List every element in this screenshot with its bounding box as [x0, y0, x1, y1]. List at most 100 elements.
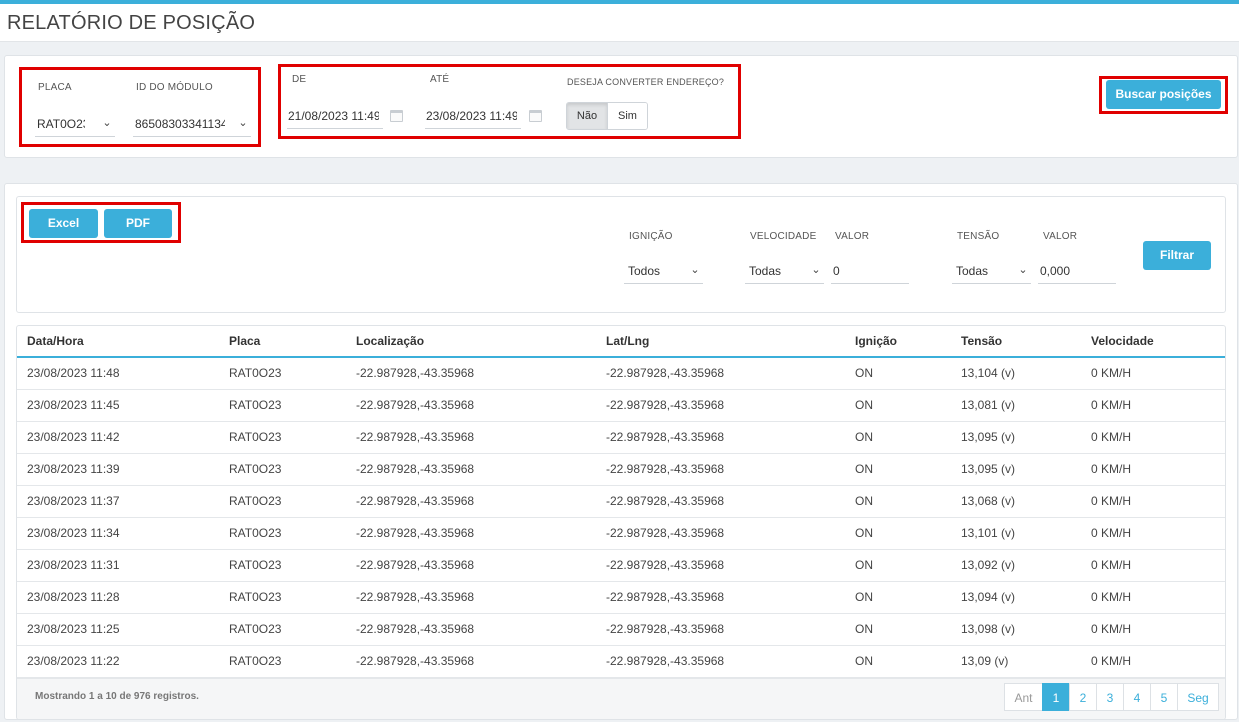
search-panel: PLACA RAT0O23 ⌄ ID DO MÓDULO 86508303341…	[4, 55, 1238, 158]
records-count: Mostrando 1 a 10 de 976 registros.	[35, 691, 199, 702]
cell-latlng: -22.987928,-43.35968	[596, 549, 845, 582]
pagination-page-2[interactable]: 2	[1069, 683, 1097, 711]
positions-table: Data/Hora Placa Localização Lat/Lng Igni…	[17, 326, 1225, 678]
column-header-ignicao[interactable]: Ignição	[845, 326, 951, 358]
table-row: 23/08/2023 11:48 RAT0O23 -22.987928,-43.…	[17, 357, 1225, 390]
modulo-select[interactable]: 865083033411340 ⌄	[133, 111, 251, 137]
cell-velocidade: 0 KM/H	[1081, 389, 1225, 422]
filtrar-button[interactable]: Filtrar	[1143, 241, 1211, 270]
cell-localizacao: -22.987928,-43.35968	[346, 581, 596, 614]
cell-velocidade: 0 KM/H	[1081, 645, 1225, 678]
column-header-latlng[interactable]: Lat/Lng	[596, 326, 845, 358]
placa-label: PLACA	[38, 82, 72, 93]
cell-ignicao: ON	[845, 389, 951, 422]
tensao-valor-value: 0,000	[1040, 264, 1071, 278]
pagination-page-3[interactable]: 3	[1096, 683, 1124, 711]
cell-ignicao: ON	[845, 645, 951, 678]
cell-tensao: 13,104 (v)	[951, 357, 1081, 390]
table-row: 23/08/2023 11:28 RAT0O23 -22.987928,-43.…	[17, 581, 1225, 614]
column-header-velocidade[interactable]: Velocidade	[1081, 326, 1225, 358]
cell-datahora: 23/08/2023 11:34	[17, 517, 219, 550]
table-row: 23/08/2023 11:25 RAT0O23 -22.987928,-43.…	[17, 613, 1225, 646]
cell-placa: RAT0O23	[219, 645, 346, 678]
pagination: Ant 1 2 3 4 5 Seg	[1004, 683, 1219, 711]
ignicao-select-value: Todos	[628, 264, 661, 278]
ignicao-select[interactable]: Todos ⌄	[624, 258, 703, 284]
column-header-datahora[interactable]: Data/Hora	[17, 326, 219, 358]
table-row: 23/08/2023 11:42 RAT0O23 -22.987928,-43.…	[17, 421, 1225, 454]
tensao-valor-input[interactable]: 0,000	[1038, 258, 1116, 284]
velocidade-valor-value: 0	[833, 264, 840, 278]
cell-localizacao: -22.987928,-43.35968	[346, 389, 596, 422]
ignicao-label: IGNIÇÃO	[629, 231, 673, 242]
pagination-page-4[interactable]: 4	[1123, 683, 1151, 711]
cell-localizacao: -22.987928,-43.35968	[346, 549, 596, 582]
cell-ignicao: ON	[845, 613, 951, 646]
converter-toggle: Não Sim	[566, 102, 648, 130]
column-header-tensao[interactable]: Tensão	[951, 326, 1081, 358]
converter-option-sim[interactable]: Sim	[607, 103, 647, 129]
cell-latlng: -22.987928,-43.35968	[596, 453, 845, 486]
calendar-icon[interactable]	[390, 110, 403, 122]
cell-datahora: 23/08/2023 11:48	[17, 357, 219, 390]
de-label: DE	[292, 74, 307, 85]
pagination-page-5[interactable]: 5	[1150, 683, 1178, 711]
calendar-icon[interactable]	[529, 110, 542, 122]
placa-select[interactable]: RAT0O23 ⌄	[35, 111, 115, 137]
velocidade-select[interactable]: Todas ⌄	[745, 258, 824, 284]
velocidade-select-value: Todas	[749, 264, 782, 278]
filter-box: Excel PDF IGNIÇÃO Todos ⌄ VELOCIDADE Tod…	[16, 196, 1226, 313]
page-header: RELATÓRIO DE POSIÇÃO	[0, 4, 1239, 42]
column-header-placa[interactable]: Placa	[219, 326, 346, 358]
placa-select-value: RAT0O23	[37, 117, 85, 131]
cell-tensao: 13,101 (v)	[951, 517, 1081, 550]
cell-tensao: 13,095 (v)	[951, 453, 1081, 486]
cell-latlng: -22.987928,-43.35968	[596, 613, 845, 646]
chevron-down-icon: ⌄	[811, 264, 821, 276]
cell-tensao: 13,081 (v)	[951, 389, 1081, 422]
velocidade-label: VELOCIDADE	[750, 231, 817, 242]
cell-datahora: 23/08/2023 11:37	[17, 485, 219, 518]
de-date-value: 21/08/2023 11:49	[288, 109, 379, 123]
cell-placa: RAT0O23	[219, 485, 346, 518]
cell-tensao: 13,068 (v)	[951, 485, 1081, 518]
cell-datahora: 23/08/2023 11:28	[17, 581, 219, 614]
cell-ignicao: ON	[845, 485, 951, 518]
modulo-label: ID DO MÓDULO	[136, 82, 213, 93]
cell-latlng: -22.987928,-43.35968	[596, 517, 845, 550]
cell-placa: RAT0O23	[219, 549, 346, 582]
cell-latlng: -22.987928,-43.35968	[596, 645, 845, 678]
converter-label: DESEJA CONVERTER ENDEREÇO?	[567, 77, 725, 87]
table-header-row: Data/Hora Placa Localização Lat/Lng Igni…	[17, 326, 1225, 358]
pdf-button[interactable]: PDF	[104, 209, 172, 238]
table-row: 23/08/2023 11:37 RAT0O23 -22.987928,-43.…	[17, 485, 1225, 518]
cell-placa: RAT0O23	[219, 613, 346, 646]
pagination-prev[interactable]: Ant	[1004, 683, 1043, 711]
cell-velocidade: 0 KM/H	[1081, 485, 1225, 518]
pagination-next[interactable]: Seg	[1177, 683, 1219, 711]
table-row: 23/08/2023 11:22 RAT0O23 -22.987928,-43.…	[17, 645, 1225, 678]
table-row: 23/08/2023 11:31 RAT0O23 -22.987928,-43.…	[17, 549, 1225, 582]
cell-latlng: -22.987928,-43.35968	[596, 389, 845, 422]
excel-button[interactable]: Excel	[29, 209, 98, 238]
de-date-input[interactable]: 21/08/2023 11:49	[287, 103, 383, 129]
cell-velocidade: 0 KM/H	[1081, 453, 1225, 486]
chevron-down-icon: ⌄	[1018, 264, 1028, 276]
cell-velocidade: 0 KM/H	[1081, 421, 1225, 454]
velocidade-valor-input[interactable]: 0	[831, 258, 909, 284]
ate-date-input[interactable]: 23/08/2023 11:49	[425, 103, 521, 129]
column-header-localizacao[interactable]: Localização	[346, 326, 596, 358]
cell-placa: RAT0O23	[219, 357, 346, 390]
tensao-select[interactable]: Todas ⌄	[952, 258, 1031, 284]
cell-latlng: -22.987928,-43.35968	[596, 485, 845, 518]
pagination-page-1[interactable]: 1	[1042, 683, 1070, 711]
cell-datahora: 23/08/2023 11:22	[17, 645, 219, 678]
buscar-posicoes-button[interactable]: Buscar posições	[1106, 80, 1221, 109]
cell-velocidade: 0 KM/H	[1081, 549, 1225, 582]
page-title: RELATÓRIO DE POSIÇÃO	[7, 12, 256, 34]
cell-localizacao: -22.987928,-43.35968	[346, 421, 596, 454]
cell-ignicao: ON	[845, 357, 951, 390]
cell-datahora: 23/08/2023 11:45	[17, 389, 219, 422]
cell-ignicao: ON	[845, 453, 951, 486]
converter-option-nao[interactable]: Não	[567, 103, 607, 129]
